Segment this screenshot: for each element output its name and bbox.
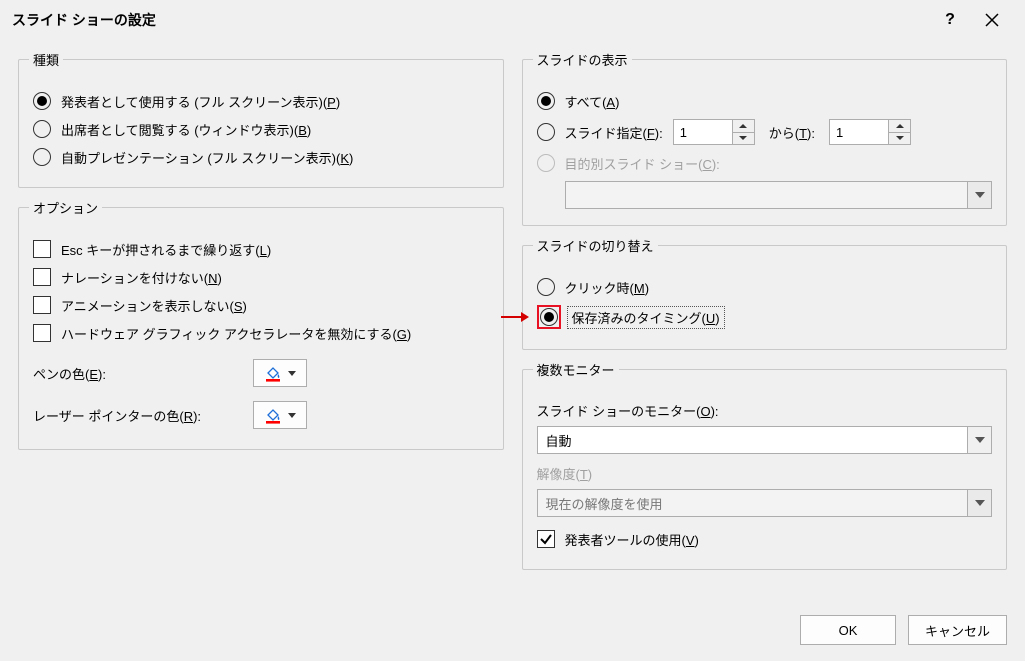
laser-color-label: レーザー ポインターの色(R): <box>33 406 243 425</box>
checkbox-label: アニメーションを表示しない(S) <box>61 296 247 315</box>
chevron-down-icon <box>288 371 296 376</box>
legend-advance: スライドの切り替え <box>533 236 658 255</box>
spin-up[interactable] <box>733 120 754 132</box>
radio-manual[interactable]: クリック時(M) <box>537 273 993 301</box>
group-show-slides: スライドの表示 すべて(A) スライド指定(F): から(T): <box>522 50 1008 226</box>
range-from-input[interactable] <box>673 119 755 145</box>
radio-presenter[interactable]: 発表者として使用する (フル スクリーン表示)(P) <box>33 87 489 115</box>
legend-monitors: 複数モニター <box>533 360 619 379</box>
radio-kiosk[interactable]: 自動プレゼンテーション (フル スクリーン表示)(K) <box>33 143 489 171</box>
monitor-dropdown[interactable]: 自動 <box>537 426 993 454</box>
legend-show-type: 種類 <box>29 50 63 69</box>
radio-label: 自動プレゼンテーション (フル スクリーン表示)(K) <box>61 148 353 167</box>
checkbox-label: Esc キーが押されるまで繰り返す(L) <box>61 240 271 259</box>
radio-label: 出席者として閲覧する (ウィンドウ表示)(B) <box>61 120 311 139</box>
spin-up[interactable] <box>889 120 910 132</box>
range-to-label: から(T): <box>769 123 815 142</box>
left-column: 種類 発表者として使用する (フル スクリーン表示)(P) 出席者として閲覧する… <box>18 50 504 570</box>
paint-bucket-icon <box>264 406 282 424</box>
range-to-value[interactable] <box>830 120 888 144</box>
annotation-arrow-icon <box>501 310 529 324</box>
dialog-footer: OK キャンセル <box>800 615 1007 645</box>
checkbox-label: ハードウェア グラフィック アクセラレータを無効にする(G) <box>61 324 411 343</box>
radio-icon <box>540 308 558 326</box>
range-from-value[interactable] <box>674 120 732 144</box>
pen-color-label: ペンの色(E): <box>33 364 243 383</box>
radio-icon <box>33 92 51 110</box>
dialog-content: 種類 発表者として使用する (フル スクリーン表示)(P) 出席者として閲覧する… <box>0 40 1025 570</box>
checkbox-label: ナレーションを付けない(N) <box>61 268 222 287</box>
radio-label: すべて(A) <box>565 92 620 111</box>
checkbox-loop[interactable]: Esc キーが押されるまで繰り返す(L) <box>33 235 489 263</box>
pen-color-button[interactable] <box>253 359 307 387</box>
paint-bucket-icon <box>264 364 282 382</box>
radio-timings[interactable]: 保存済みのタイミング(U) <box>537 301 993 333</box>
chevron-down-icon <box>288 413 296 418</box>
radio-label: 目的別スライド ショー(C): <box>565 154 720 173</box>
chevron-down-icon <box>967 427 991 453</box>
group-advance: スライドの切り替え クリック時(M) 保存済みのタイミング(U) <box>522 236 1008 350</box>
legend-show-slides: スライドの表示 <box>533 50 632 69</box>
radio-label: スライド指定(F): <box>565 123 663 142</box>
radio-icon <box>537 92 555 110</box>
group-monitors: 複数モニター スライド ショーのモニター(O): 自動 解像度(T) 現在の解像… <box>522 360 1008 570</box>
radio-icon <box>537 154 555 172</box>
checkbox-hwgfx[interactable]: ハードウェア グラフィック アクセラレータを無効にする(G) <box>33 319 489 347</box>
radio-all[interactable]: すべて(A) <box>537 87 993 115</box>
group-options: オプション Esc キーが押されるまで繰り返す(L) ナレーションを付けない(N… <box>18 198 504 450</box>
custom-show-dropdown <box>565 181 993 209</box>
checkbox-icon <box>33 324 51 342</box>
radio-label: クリック時(M) <box>565 278 650 297</box>
radio-icon <box>33 120 51 138</box>
range-to-input[interactable] <box>829 119 911 145</box>
pen-color-row: ペンの色(E): <box>33 355 489 391</box>
resolution-label: 解像度(T) <box>537 464 993 483</box>
radio-icon <box>33 148 51 166</box>
close-button[interactable] <box>971 2 1013 38</box>
right-column: スライドの表示 すべて(A) スライド指定(F): から(T): <box>522 50 1008 570</box>
group-show-type: 種類 発表者として使用する (フル スクリーン表示)(P) 出席者として閲覧する… <box>18 50 504 188</box>
checkbox-presenter-view[interactable]: 発表者ツールの使用(V) <box>537 525 993 553</box>
radio-icon <box>537 123 555 141</box>
dialog-title: スライド ショーの設定 <box>12 10 929 30</box>
checkbox-narration[interactable]: ナレーションを付けない(N) <box>33 263 489 291</box>
checkbox-label: 発表者ツールの使用(V) <box>565 530 699 549</box>
checkbox-icon <box>33 268 51 286</box>
dialog-titlebar: スライド ショーの設定 ? <box>0 0 1025 40</box>
monitor-label: スライド ショーのモニター(O): <box>537 401 993 420</box>
highlighted-radio <box>537 305 561 329</box>
radio-browse[interactable]: 出席者として閲覧する (ウィンドウ表示)(B) <box>33 115 489 143</box>
resolution-dropdown: 現在の解像度を使用 <box>537 489 993 517</box>
ok-button[interactable]: OK <box>800 615 896 645</box>
checkbox-icon <box>537 530 555 548</box>
cancel-button[interactable]: キャンセル <box>908 615 1007 645</box>
checkbox-icon <box>33 240 51 258</box>
resolution-value: 現在の解像度を使用 <box>538 494 968 513</box>
laser-color-button[interactable] <box>253 401 307 429</box>
legend-options: オプション <box>29 198 102 217</box>
radio-label: 発表者として使用する (フル スクリーン表示)(P) <box>61 92 340 111</box>
spin-down[interactable] <box>889 132 910 145</box>
laser-color-row: レーザー ポインターの色(R): <box>33 397 489 433</box>
checkbox-animation[interactable]: アニメーションを表示しない(S) <box>33 291 489 319</box>
chevron-down-icon <box>967 490 991 516</box>
radio-label: 保存済みのタイミング(U) <box>567 306 725 329</box>
monitor-value: 自動 <box>538 431 968 450</box>
help-button[interactable]: ? <box>929 2 971 38</box>
radio-range[interactable]: スライド指定(F): から(T): <box>537 115 993 149</box>
chevron-down-icon <box>967 182 991 208</box>
radio-custom-show: 目的別スライド ショー(C): <box>537 149 993 177</box>
checkbox-icon <box>33 296 51 314</box>
radio-icon <box>537 278 555 296</box>
spin-down[interactable] <box>733 132 754 145</box>
